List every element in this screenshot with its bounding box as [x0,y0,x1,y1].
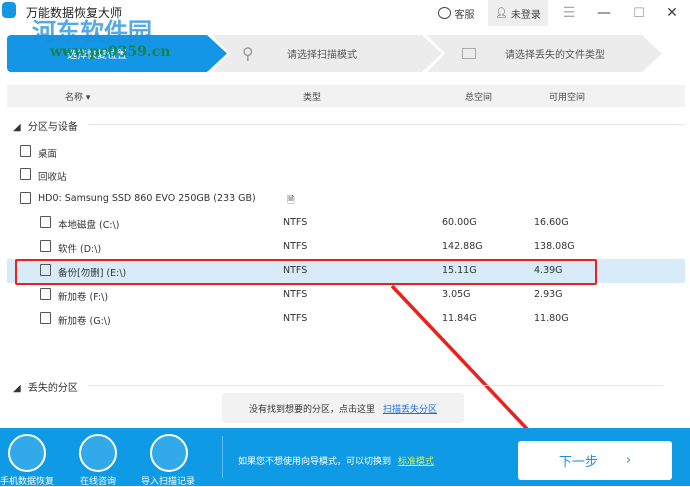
divider [88,385,663,386]
section-devices[interactable]: ◢ 分区与设备 [13,118,78,133]
chevron-right-icon: › [625,453,632,468]
partition-free: 138.08G [534,241,575,252]
scan-lost-partition-link[interactable]: 扫描丢失分区 [383,402,437,415]
partition-row[interactable]: 本地磁盘 (C:\) NTFS 60.00G 16.60G [7,211,685,235]
standard-mode-link[interactable]: 标准模式 [398,457,434,467]
watermark: 河东软件园 [32,17,152,46]
partition-name: 本地磁盘 (C:\) [58,220,120,231]
partition-name: 新加卷 (G:\) [58,316,111,327]
monitor-icon [462,48,476,59]
login-button[interactable]: 👤︎ 未登录 [488,0,548,26]
col-free[interactable]: 可用空间 [549,90,585,103]
user-icon: 👤︎ [495,7,508,19]
drive-icon [40,288,51,300]
col-name[interactable]: 名称 ▾ [65,90,90,103]
partition-name: 新加卷 (F:\) [58,292,109,303]
drive-icon [40,216,51,228]
minimize-button[interactable]: — [590,0,618,26]
divider [88,124,685,125]
disk-icon [20,192,31,204]
watermark-url: www.pc0359.cn [50,44,171,60]
next-button[interactable]: 下一步 › [518,441,672,480]
maximize-button[interactable]: ☐ [625,0,653,26]
partition-free: 16.60G [534,217,569,228]
lost-partition-hint: 没有找到想要的分区，点击这里 扫描丢失分区 [222,393,464,423]
partition-type: NTFS [283,313,308,324]
list-item[interactable]: 回收站 [7,163,685,187]
chat-icon [437,7,451,19]
step-2: ⚲ 请选择扫描模式 [212,35,442,72]
partition-row[interactable]: 新加卷 (G:\) NTFS 11.84G 11.80G [7,307,685,331]
col-total[interactable]: 总空间 [465,90,492,103]
desktop-icon [20,145,31,157]
import-scan-record-button[interactable] [150,434,188,472]
recycle-bin-icon [20,168,31,180]
app-logo-icon [2,2,16,18]
menu-button[interactable]: ☰ [555,0,583,26]
phone-recovery-button[interactable] [8,434,46,472]
partition-type: NTFS [283,217,308,228]
partition-type: NTFS [283,241,308,252]
partition-total: 60.00G [442,217,477,228]
partition-row[interactable]: 软件 (D:\) NTFS 142.88G 138.08G [7,235,685,259]
support-button[interactable]: 客服 [432,0,480,26]
partition-row[interactable]: 新加卷 (F:\) NTFS 3.05G 2.93G [7,283,685,307]
col-type[interactable]: 类型 [303,90,321,103]
search-icon: ⚲ [242,44,254,63]
partition-name: 软件 (D:\) [58,244,102,255]
section-lost[interactable]: ◢ 丢失的分区 [13,379,78,394]
drive-icon [40,240,51,252]
partition-type: NTFS [283,289,308,300]
close-button[interactable]: ✕ [658,0,686,26]
partition-total: 142.88G [442,241,483,252]
table-header: 名称 ▾ 类型 总空间 可用空间 [7,85,685,107]
online-consult-button[interactable] [79,434,117,472]
list-item[interactable]: 桌面 [7,140,685,164]
step-3: 请选择丢失的文件类型 [427,35,662,72]
disk-item[interactable]: HD0: Samsung SSD 860 EVO 250GB (233 GB) 🗎 [7,187,685,211]
divider [222,436,223,478]
disk-info-icon[interactable]: 🗎 [287,193,295,209]
drive-icon [40,312,51,324]
mode-switch-text: 如果您不想使用向导模式，可以切换到 标准模式 [238,457,434,467]
